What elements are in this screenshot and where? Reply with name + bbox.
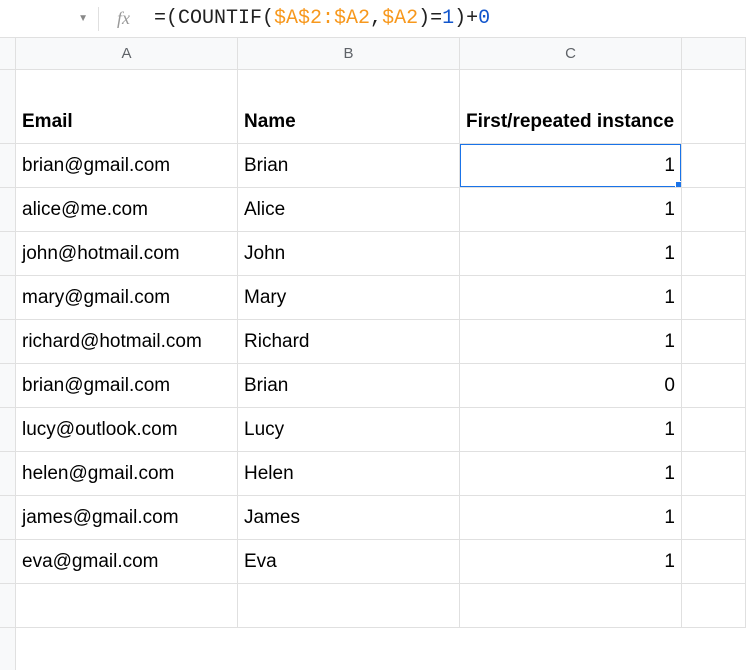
row-header[interactable] xyxy=(0,70,15,144)
cell-name[interactable]: Brian xyxy=(238,364,460,408)
cell-name[interactable]: Helen xyxy=(238,452,460,496)
formula-bar: ▼ fx =(COUNTIF( $A$2:$A2 , $A2 )= 1 )+ 0 xyxy=(0,0,746,38)
cell-empty[interactable] xyxy=(682,144,746,188)
cell-empty[interactable] xyxy=(682,584,746,628)
cell-email[interactable]: brian@gmail.com xyxy=(16,144,238,188)
cell-empty[interactable] xyxy=(682,188,746,232)
formula-text: )= xyxy=(418,7,442,30)
cell-empty[interactable] xyxy=(460,584,682,628)
table-row: alice@me.comAlice1 xyxy=(16,188,746,232)
cell-name[interactable]: James xyxy=(238,496,460,540)
table-row: brian@gmail.comBrian1 xyxy=(16,144,746,188)
formula-number: 1 xyxy=(442,7,454,30)
cell-empty[interactable] xyxy=(682,496,746,540)
corner-cell[interactable] xyxy=(0,38,15,70)
cell-name[interactable]: Alice xyxy=(238,188,460,232)
cell-instance[interactable]: 1 xyxy=(460,320,682,364)
spreadsheet-grid: A B C EmailNameFirst/repeated instancebr… xyxy=(0,38,746,670)
name-box[interactable]: ▼ xyxy=(8,13,98,24)
header-email[interactable]: Email xyxy=(16,70,238,144)
column-header-c[interactable]: C xyxy=(460,38,682,69)
column-header-a[interactable]: A xyxy=(16,38,238,69)
formula-input[interactable]: =(COUNTIF( $A$2:$A2 , $A2 )= 1 )+ 0 xyxy=(154,7,490,30)
cell-instance[interactable]: 1 xyxy=(460,540,682,584)
cell-email[interactable]: richard@hotmail.com xyxy=(16,320,238,364)
row-header[interactable] xyxy=(0,452,15,496)
cell-instance[interactable]: 1 xyxy=(460,188,682,232)
cell-instance[interactable]: 0 xyxy=(460,364,682,408)
table-row: lucy@outlook.comLucy1 xyxy=(16,408,746,452)
cell-empty[interactable] xyxy=(16,584,238,628)
cell-email[interactable]: brian@gmail.com xyxy=(16,364,238,408)
cell-email[interactable]: mary@gmail.com xyxy=(16,276,238,320)
cell-empty[interactable] xyxy=(238,584,460,628)
header-instance[interactable]: First/repeated instance xyxy=(460,70,682,144)
header-name[interactable]: Name xyxy=(238,70,460,144)
cell-empty[interactable] xyxy=(682,70,746,144)
cell-empty[interactable] xyxy=(682,452,746,496)
formula-range: $A2 xyxy=(382,7,418,30)
row-header[interactable] xyxy=(0,144,15,188)
table-row: helen@gmail.comHelen1 xyxy=(16,452,746,496)
row-header[interactable] xyxy=(0,540,15,584)
cell-name[interactable]: John xyxy=(238,232,460,276)
table-header-row: EmailNameFirst/repeated instance xyxy=(16,70,746,144)
cell-name[interactable]: Mary xyxy=(238,276,460,320)
row-header[interactable] xyxy=(0,232,15,276)
table-row: richard@hotmail.comRichard1 xyxy=(16,320,746,364)
row-gutter xyxy=(0,38,16,670)
cell-instance[interactable]: 1 xyxy=(460,144,682,188)
row-header[interactable] xyxy=(0,584,15,628)
cell-empty[interactable] xyxy=(682,276,746,320)
cell-instance[interactable]: 1 xyxy=(460,276,682,320)
row-header[interactable] xyxy=(0,496,15,540)
cell-name[interactable]: Eva xyxy=(238,540,460,584)
row-header[interactable] xyxy=(0,364,15,408)
table-row xyxy=(16,584,746,628)
formula-text: )+ xyxy=(454,7,478,30)
cell-email[interactable]: james@gmail.com xyxy=(16,496,238,540)
table-row: mary@gmail.comMary1 xyxy=(16,276,746,320)
row-header[interactable] xyxy=(0,276,15,320)
column-header-b[interactable]: B xyxy=(238,38,460,69)
cell-empty[interactable] xyxy=(682,364,746,408)
divider xyxy=(98,7,99,31)
table-row: john@hotmail.comJohn1 xyxy=(16,232,746,276)
cell-email[interactable]: helen@gmail.com xyxy=(16,452,238,496)
formula-range: $A$2:$A2 xyxy=(274,7,370,30)
cell-empty[interactable] xyxy=(682,408,746,452)
cell-name[interactable]: Richard xyxy=(238,320,460,364)
cell-email[interactable]: alice@me.com xyxy=(16,188,238,232)
row-header[interactable] xyxy=(0,320,15,364)
cell-empty[interactable] xyxy=(682,540,746,584)
cell-name[interactable]: Lucy xyxy=(238,408,460,452)
table-row: james@gmail.comJames1 xyxy=(16,496,746,540)
table-row: brian@gmail.comBrian0 xyxy=(16,364,746,408)
cell-email[interactable]: eva@gmail.com xyxy=(16,540,238,584)
cell-name[interactable]: Brian xyxy=(238,144,460,188)
column-header-d[interactable] xyxy=(682,38,746,69)
formula-number: 0 xyxy=(478,7,490,30)
row-header[interactable] xyxy=(0,408,15,452)
chevron-down-icon: ▼ xyxy=(78,13,88,24)
formula-text: =(COUNTIF( xyxy=(154,7,274,30)
column-headers: A B C xyxy=(16,38,746,70)
table-row: eva@gmail.comEva1 xyxy=(16,540,746,584)
cell-empty[interactable] xyxy=(682,320,746,364)
cell-instance[interactable]: 1 xyxy=(460,232,682,276)
fx-icon: fx xyxy=(117,8,130,29)
cell-empty[interactable] xyxy=(682,232,746,276)
cell-instance[interactable]: 1 xyxy=(460,408,682,452)
formula-text: , xyxy=(370,7,382,30)
row-header[interactable] xyxy=(0,188,15,232)
cell-instance[interactable]: 1 xyxy=(460,496,682,540)
cell-email[interactable]: john@hotmail.com xyxy=(16,232,238,276)
cell-email[interactable]: lucy@outlook.com xyxy=(16,408,238,452)
cell-instance[interactable]: 1 xyxy=(460,452,682,496)
